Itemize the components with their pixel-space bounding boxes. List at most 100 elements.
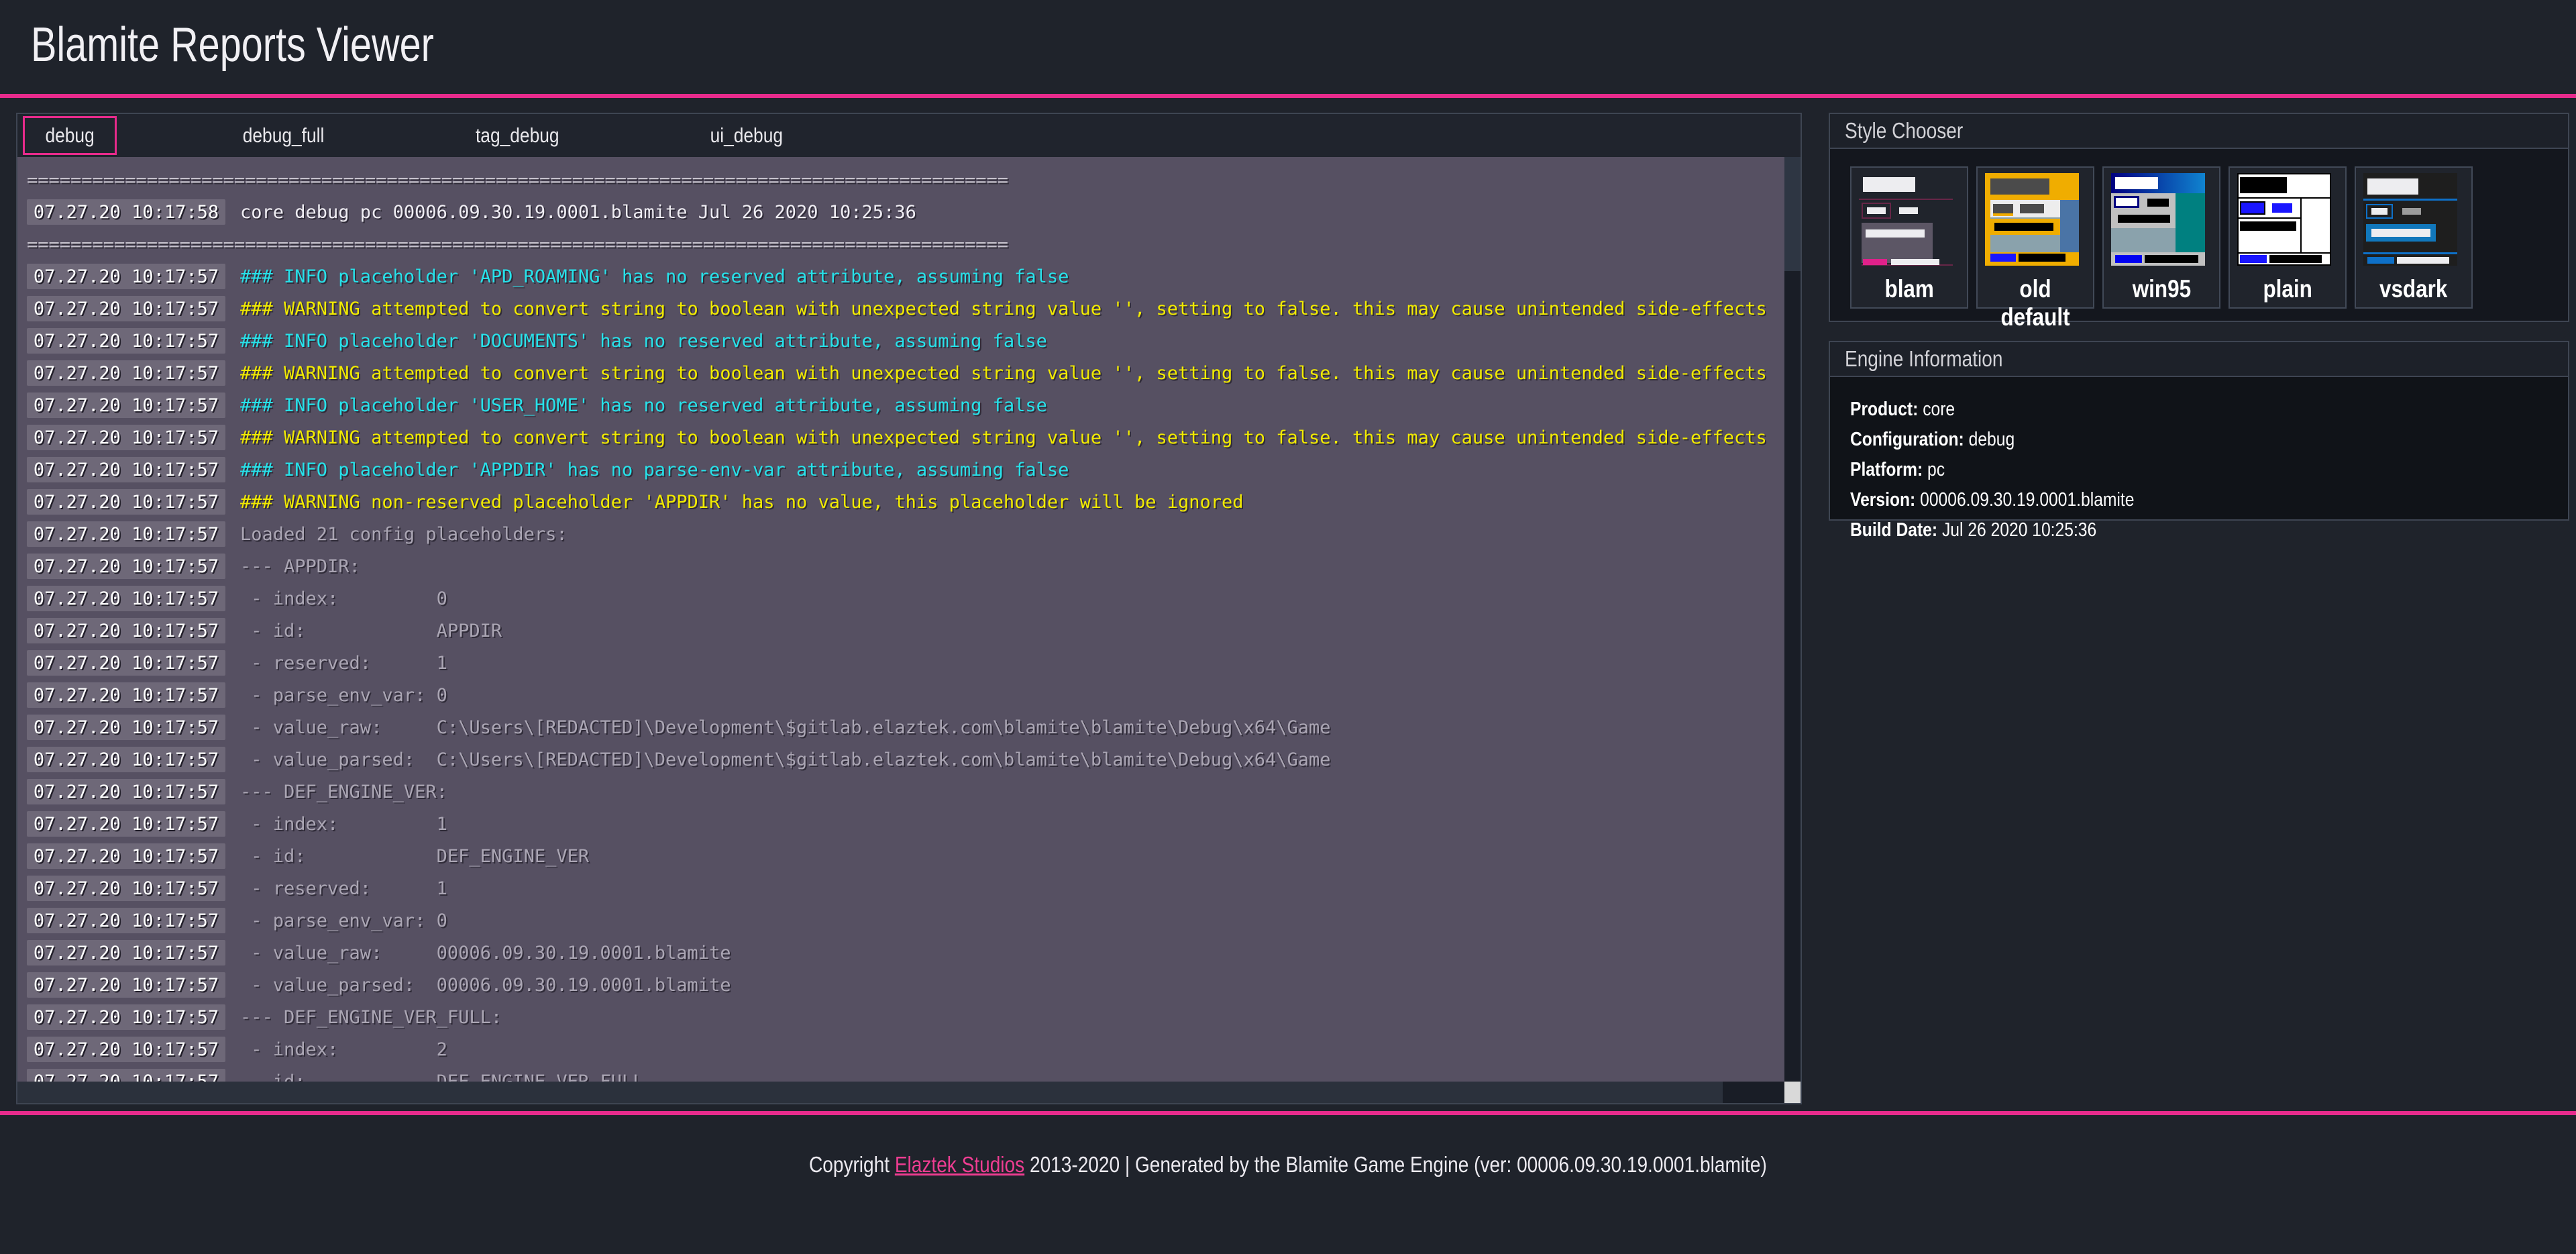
log-row: 07.27.20 10:17:57 - value_raw: 00006.09.… (27, 937, 1784, 969)
log-timestamp: 07.27.20 10:17:57 (27, 328, 225, 354)
log-message: - id: DEF_ENGINE_VER (240, 846, 589, 867)
theme-card-old-default[interactable]: old default (1976, 166, 2094, 309)
log-timestamp: 07.27.20 10:17:57 (27, 682, 225, 708)
log-message: ========================================… (27, 234, 1008, 255)
theme-thumbnail-blam (1859, 173, 1960, 266)
log-row: 07.27.20 10:17:57 ### WARNING attempted … (27, 293, 1784, 325)
log-timestamp: 07.27.20 10:17:57 (27, 1004, 225, 1030)
tab-tag_debug[interactable]: tag_debug (450, 116, 585, 155)
log-row: 07.27.20 10:17:57 - id: APPDIR (27, 615, 1784, 647)
scrollbar-corner (1784, 1082, 1801, 1103)
log-row: 07.27.20 10:17:57 - parse_env_var: 0 (27, 679, 1784, 711)
report-panel: debug debug_full tag_debug ui_debug ====… (16, 113, 1802, 1104)
theme-card-vsdark[interactable]: vsdark (2355, 166, 2473, 309)
tab-debug_full[interactable]: debug_full (217, 116, 350, 155)
engine-info-field: Version: 00006.09.30.19.0001.blamite (1850, 485, 2568, 515)
engine-info-field: Build Date: Jul 26 2020 10:25:36 (1850, 515, 2568, 545)
log-message: - value_raw: C:\Users\[REDACTED]\Develop… (240, 717, 1331, 738)
footer: Copyright Elaztek Studios 2013-2020 | Ge… (0, 1115, 2576, 1254)
log-timestamp: 07.27.20 10:17:58 (27, 199, 225, 225)
app-header: Blamite Reports Viewer (0, 0, 2576, 94)
log-message: ========================================… (27, 170, 1008, 191)
log-row: 07.27.20 10:17:57 ### INFO placeholder '… (27, 389, 1784, 421)
log-row: 07.27.20 10:17:57 ### WARNING attempted … (27, 421, 1784, 454)
log-view[interactable]: ========================================… (17, 157, 1784, 1082)
horizontal-scrollbar-thumb[interactable] (17, 1082, 1723, 1103)
log-message: ### INFO placeholder 'APD_ROAMING' has n… (240, 266, 1069, 287)
log-message: ### INFO placeholder 'USER_HOME' has no … (240, 395, 1047, 416)
log-message: - reserved: 1 (240, 878, 447, 899)
theme-label: blam (1851, 275, 1967, 303)
theme-thumbnail-win95 (2111, 173, 2212, 266)
log-row: 07.27.20 10:17:57 - value_parsed: 00006.… (27, 969, 1784, 1001)
log-timestamp: 07.27.20 10:17:57 (27, 940, 225, 965)
log-message: --- APPDIR: (240, 556, 360, 577)
footer-text: Copyright Elaztek Studios 2013-2020 | Ge… (809, 1152, 1767, 1178)
engine-info-body: Product: core Configuration: debug Platf… (1830, 377, 2568, 545)
log-timestamp: 07.27.20 10:17:57 (27, 554, 225, 579)
log-message: - index: 1 (240, 814, 447, 835)
log-row: 07.27.20 10:17:57 ### INFO placeholder '… (27, 325, 1784, 357)
log-row: 07.27.20 10:17:57 - parse_env_var: 0 (27, 904, 1784, 937)
elaztek-studios-link[interactable]: Elaztek Studios (895, 1152, 1024, 1177)
theme-thumbnail-old-default (1985, 173, 2086, 266)
engine-field-value: debug (1969, 429, 2015, 450)
theme-thumbnail-plain (2237, 173, 2338, 266)
engine-field-label: Version: (1850, 489, 1915, 511)
log-row: 07.27.20 10:17:57 - value_parsed: C:\Use… (27, 743, 1784, 776)
header-accent-line (0, 94, 2576, 98)
log-message: - parse_env_var: 0 (240, 685, 447, 706)
tab-ui_debug[interactable]: ui_debug (686, 116, 808, 155)
page-title: Blamite Reports Viewer (31, 17, 434, 72)
log-timestamp: 07.27.20 10:17:57 (27, 425, 225, 450)
theme-card-blam[interactable]: blam (1850, 166, 1968, 309)
engine-info-header: Engine Information (1830, 342, 2568, 377)
engine-field-value: pc (1927, 459, 1945, 480)
style-chooser-title: Style Chooser (1845, 118, 1963, 144)
log-row: 07.27.20 10:17:57 ### WARNING attempted … (27, 357, 1784, 389)
log-message: - value_parsed: C:\Users\[REDACTED]\Deve… (240, 749, 1331, 770)
style-chooser-panel: Style Chooser blam old default win95 pla… (1829, 113, 2569, 322)
style-chooser-header: Style Chooser (1830, 114, 2568, 149)
log-row: 07.27.20 10:17:57 - value_raw: C:\Users\… (27, 711, 1784, 743)
log-row: ========================================… (27, 164, 1784, 196)
log-message: ### WARNING non-reserved placeholder 'AP… (240, 492, 1244, 513)
log-row: 07.27.20 10:17:57 - id: DEF_ENGINE_VER (27, 840, 1784, 872)
engine-field-label: Build Date: (1850, 519, 1937, 541)
theme-label: win95 (2104, 275, 2219, 303)
log-timestamp: 07.27.20 10:17:57 (27, 650, 225, 676)
engine-field-label: Product: (1850, 399, 1918, 420)
theme-label: vsdark (2356, 275, 2471, 303)
log-timestamp: 07.27.20 10:17:57 (27, 972, 225, 998)
log-timestamp: 07.27.20 10:17:57 (27, 457, 225, 482)
log-message: --- DEF_ENGINE_VER_FULL: (240, 1007, 502, 1028)
log-timestamp: 07.27.20 10:17:57 (27, 1037, 225, 1062)
log-timestamp: 07.27.20 10:17:57 (27, 715, 225, 740)
engine-field-label: Configuration: (1850, 429, 1964, 450)
log-message: core debug pc 00006.09.30.19.0001.blamit… (240, 202, 916, 223)
log-row: 07.27.20 10:17:57 - index: 2 (27, 1033, 1784, 1065)
log-timestamp: 07.27.20 10:17:57 (27, 393, 225, 418)
theme-label: plain (2230, 275, 2345, 303)
log-message: - value_parsed: 00006.09.30.19.0001.blam… (240, 975, 731, 996)
style-chooser-body: blam old default win95 plain vsdark (1830, 150, 2568, 321)
theme-card-plain[interactable]: plain (2229, 166, 2347, 309)
log-message: ### WARNING attempted to convert string … (240, 299, 1767, 319)
log-row: 07.27.20 10:17:57 ### WARNING non-reserv… (27, 486, 1784, 518)
tab-debug[interactable]: debug (23, 116, 117, 155)
footer-copyright-prefix: Copyright (809, 1152, 895, 1177)
vertical-scrollbar-thumb[interactable] (1784, 157, 1801, 271)
engine-info-panel: Engine Information Product: core Configu… (1829, 341, 2569, 521)
log-row: 07.27.20 10:17:57 - id: DEF_ENGINE_VER_F… (27, 1065, 1784, 1082)
log-row: 07.27.20 10:17:57 - index: 0 (27, 582, 1784, 615)
vertical-scrollbar[interactable] (1784, 157, 1801, 1082)
log-row: 07.27.20 10:17:57 ### INFO placeholder '… (27, 454, 1784, 486)
log-row: 07.27.20 10:17:57 --- DEF_ENGINE_VER: (27, 776, 1784, 808)
log-timestamp: 07.27.20 10:17:57 (27, 779, 225, 804)
horizontal-scrollbar[interactable] (17, 1082, 1784, 1103)
log-message: ### INFO placeholder 'APPDIR' has no par… (240, 460, 1069, 480)
log-row: 07.27.20 10:17:57 --- DEF_ENGINE_VER_FUL… (27, 1001, 1784, 1033)
log-message: - parse_env_var: 0 (240, 910, 447, 931)
theme-card-win95[interactable]: win95 (2102, 166, 2220, 309)
log-row: 07.27.20 10:17:57 - reserved: 1 (27, 647, 1784, 679)
